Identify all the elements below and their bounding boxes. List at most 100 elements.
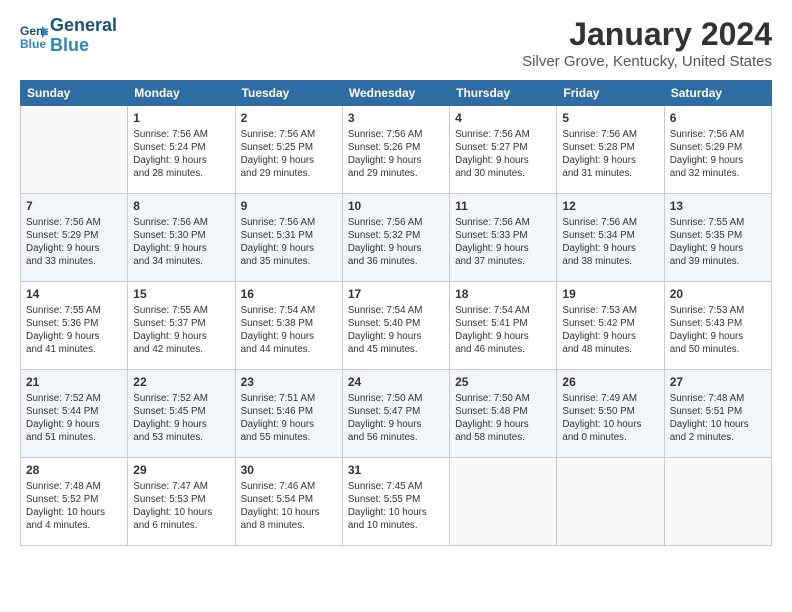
- day-cell: [557, 458, 664, 546]
- day-number: 21: [26, 374, 122, 391]
- day-info: Sunrise: 7:50 AM Sunset: 5:47 PM Dayligh…: [348, 392, 444, 445]
- day-number: 2: [241, 110, 337, 127]
- title-block: January 2024 Silver Grove, Kentucky, Uni…: [522, 16, 772, 70]
- day-info: Sunrise: 7:53 AM Sunset: 5:42 PM Dayligh…: [562, 304, 658, 357]
- day-info: Sunrise: 7:51 AM Sunset: 5:46 PM Dayligh…: [241, 392, 337, 445]
- day-cell: 24Sunrise: 7:50 AM Sunset: 5:47 PM Dayli…: [342, 370, 449, 458]
- week-row-5: 28Sunrise: 7:48 AM Sunset: 5:52 PM Dayli…: [21, 458, 772, 546]
- day-cell: 23Sunrise: 7:51 AM Sunset: 5:46 PM Dayli…: [235, 370, 342, 458]
- day-cell: 17Sunrise: 7:54 AM Sunset: 5:40 PM Dayli…: [342, 282, 449, 370]
- day-number: 26: [562, 374, 658, 391]
- day-cell: 4Sunrise: 7:56 AM Sunset: 5:27 PM Daylig…: [450, 106, 557, 194]
- day-info: Sunrise: 7:45 AM Sunset: 5:55 PM Dayligh…: [348, 480, 444, 533]
- day-cell: 2Sunrise: 7:56 AM Sunset: 5:25 PM Daylig…: [235, 106, 342, 194]
- day-info: Sunrise: 7:53 AM Sunset: 5:43 PM Dayligh…: [670, 304, 766, 357]
- weekday-header-row: SundayMondayTuesdayWednesdayThursdayFrid…: [21, 81, 772, 106]
- day-cell: 8Sunrise: 7:56 AM Sunset: 5:30 PM Daylig…: [128, 194, 235, 282]
- calendar-table: SundayMondayTuesdayWednesdayThursdayFrid…: [20, 80, 772, 546]
- day-cell: 10Sunrise: 7:56 AM Sunset: 5:32 PM Dayli…: [342, 194, 449, 282]
- day-info: Sunrise: 7:48 AM Sunset: 5:52 PM Dayligh…: [26, 480, 122, 533]
- weekday-header-wednesday: Wednesday: [342, 81, 449, 106]
- day-info: Sunrise: 7:52 AM Sunset: 5:44 PM Dayligh…: [26, 392, 122, 445]
- day-number: 13: [670, 198, 766, 215]
- weekday-header-friday: Friday: [557, 81, 664, 106]
- day-number: 8: [133, 198, 229, 215]
- day-info: Sunrise: 7:56 AM Sunset: 5:31 PM Dayligh…: [241, 216, 337, 269]
- day-number: 1: [133, 110, 229, 127]
- day-number: 27: [670, 374, 766, 391]
- day-number: 18: [455, 286, 551, 303]
- day-number: 9: [241, 198, 337, 215]
- day-cell: 5Sunrise: 7:56 AM Sunset: 5:28 PM Daylig…: [557, 106, 664, 194]
- day-number: 5: [562, 110, 658, 127]
- logo-icon: General Blue: [20, 22, 48, 50]
- day-info: Sunrise: 7:46 AM Sunset: 5:54 PM Dayligh…: [241, 480, 337, 533]
- day-cell: 30Sunrise: 7:46 AM Sunset: 5:54 PM Dayli…: [235, 458, 342, 546]
- day-info: Sunrise: 7:55 AM Sunset: 5:36 PM Dayligh…: [26, 304, 122, 357]
- week-row-4: 21Sunrise: 7:52 AM Sunset: 5:44 PM Dayli…: [21, 370, 772, 458]
- weekday-header-monday: Monday: [128, 81, 235, 106]
- weekday-header-thursday: Thursday: [450, 81, 557, 106]
- day-info: Sunrise: 7:56 AM Sunset: 5:29 PM Dayligh…: [26, 216, 122, 269]
- week-row-2: 7Sunrise: 7:56 AM Sunset: 5:29 PM Daylig…: [21, 194, 772, 282]
- day-info: Sunrise: 7:47 AM Sunset: 5:53 PM Dayligh…: [133, 480, 229, 533]
- day-info: Sunrise: 7:55 AM Sunset: 5:37 PM Dayligh…: [133, 304, 229, 357]
- day-info: Sunrise: 7:55 AM Sunset: 5:35 PM Dayligh…: [670, 216, 766, 269]
- day-cell: 9Sunrise: 7:56 AM Sunset: 5:31 PM Daylig…: [235, 194, 342, 282]
- day-cell: 18Sunrise: 7:54 AM Sunset: 5:41 PM Dayli…: [450, 282, 557, 370]
- day-number: 19: [562, 286, 658, 303]
- day-cell: 6Sunrise: 7:56 AM Sunset: 5:29 PM Daylig…: [664, 106, 771, 194]
- day-cell: 25Sunrise: 7:50 AM Sunset: 5:48 PM Dayli…: [450, 370, 557, 458]
- day-cell: 29Sunrise: 7:47 AM Sunset: 5:53 PM Dayli…: [128, 458, 235, 546]
- day-cell: [21, 106, 128, 194]
- day-cell: 15Sunrise: 7:55 AM Sunset: 5:37 PM Dayli…: [128, 282, 235, 370]
- day-info: Sunrise: 7:52 AM Sunset: 5:45 PM Dayligh…: [133, 392, 229, 445]
- day-cell: [450, 458, 557, 546]
- header: General Blue General Blue January 2024 S…: [20, 16, 772, 70]
- day-number: 23: [241, 374, 337, 391]
- day-cell: 16Sunrise: 7:54 AM Sunset: 5:38 PM Dayli…: [235, 282, 342, 370]
- day-number: 6: [670, 110, 766, 127]
- day-cell: [664, 458, 771, 546]
- weekday-header-sunday: Sunday: [21, 81, 128, 106]
- day-cell: 1Sunrise: 7:56 AM Sunset: 5:24 PM Daylig…: [128, 106, 235, 194]
- day-info: Sunrise: 7:50 AM Sunset: 5:48 PM Dayligh…: [455, 392, 551, 445]
- day-cell: 13Sunrise: 7:55 AM Sunset: 5:35 PM Dayli…: [664, 194, 771, 282]
- day-info: Sunrise: 7:48 AM Sunset: 5:51 PM Dayligh…: [670, 392, 766, 445]
- svg-text:Blue: Blue: [20, 37, 46, 50]
- day-number: 31: [348, 462, 444, 479]
- week-row-1: 1Sunrise: 7:56 AM Sunset: 5:24 PM Daylig…: [21, 106, 772, 194]
- day-number: 30: [241, 462, 337, 479]
- day-cell: 22Sunrise: 7:52 AM Sunset: 5:45 PM Dayli…: [128, 370, 235, 458]
- day-info: Sunrise: 7:56 AM Sunset: 5:32 PM Dayligh…: [348, 216, 444, 269]
- day-number: 11: [455, 198, 551, 215]
- day-number: 7: [26, 198, 122, 215]
- day-number: 16: [241, 286, 337, 303]
- day-number: 25: [455, 374, 551, 391]
- weekday-header-saturday: Saturday: [664, 81, 771, 106]
- day-info: Sunrise: 7:56 AM Sunset: 5:25 PM Dayligh…: [241, 128, 337, 181]
- day-cell: 12Sunrise: 7:56 AM Sunset: 5:34 PM Dayli…: [557, 194, 664, 282]
- day-info: Sunrise: 7:54 AM Sunset: 5:40 PM Dayligh…: [348, 304, 444, 357]
- day-cell: 3Sunrise: 7:56 AM Sunset: 5:26 PM Daylig…: [342, 106, 449, 194]
- day-number: 24: [348, 374, 444, 391]
- day-cell: 11Sunrise: 7:56 AM Sunset: 5:33 PM Dayli…: [450, 194, 557, 282]
- day-info: Sunrise: 7:49 AM Sunset: 5:50 PM Dayligh…: [562, 392, 658, 445]
- day-cell: 7Sunrise: 7:56 AM Sunset: 5:29 PM Daylig…: [21, 194, 128, 282]
- day-number: 15: [133, 286, 229, 303]
- day-info: Sunrise: 7:56 AM Sunset: 5:33 PM Dayligh…: [455, 216, 551, 269]
- page: General Blue General Blue January 2024 S…: [0, 0, 792, 612]
- day-number: 22: [133, 374, 229, 391]
- day-number: 14: [26, 286, 122, 303]
- day-cell: 21Sunrise: 7:52 AM Sunset: 5:44 PM Dayli…: [21, 370, 128, 458]
- day-cell: 26Sunrise: 7:49 AM Sunset: 5:50 PM Dayli…: [557, 370, 664, 458]
- day-info: Sunrise: 7:56 AM Sunset: 5:29 PM Dayligh…: [670, 128, 766, 181]
- day-number: 4: [455, 110, 551, 127]
- day-number: 20: [670, 286, 766, 303]
- day-info: Sunrise: 7:56 AM Sunset: 5:34 PM Dayligh…: [562, 216, 658, 269]
- logo-text: General Blue: [50, 16, 117, 56]
- month-title: January 2024: [522, 16, 772, 53]
- day-info: Sunrise: 7:54 AM Sunset: 5:38 PM Dayligh…: [241, 304, 337, 357]
- day-cell: 14Sunrise: 7:55 AM Sunset: 5:36 PM Dayli…: [21, 282, 128, 370]
- day-cell: 28Sunrise: 7:48 AM Sunset: 5:52 PM Dayli…: [21, 458, 128, 546]
